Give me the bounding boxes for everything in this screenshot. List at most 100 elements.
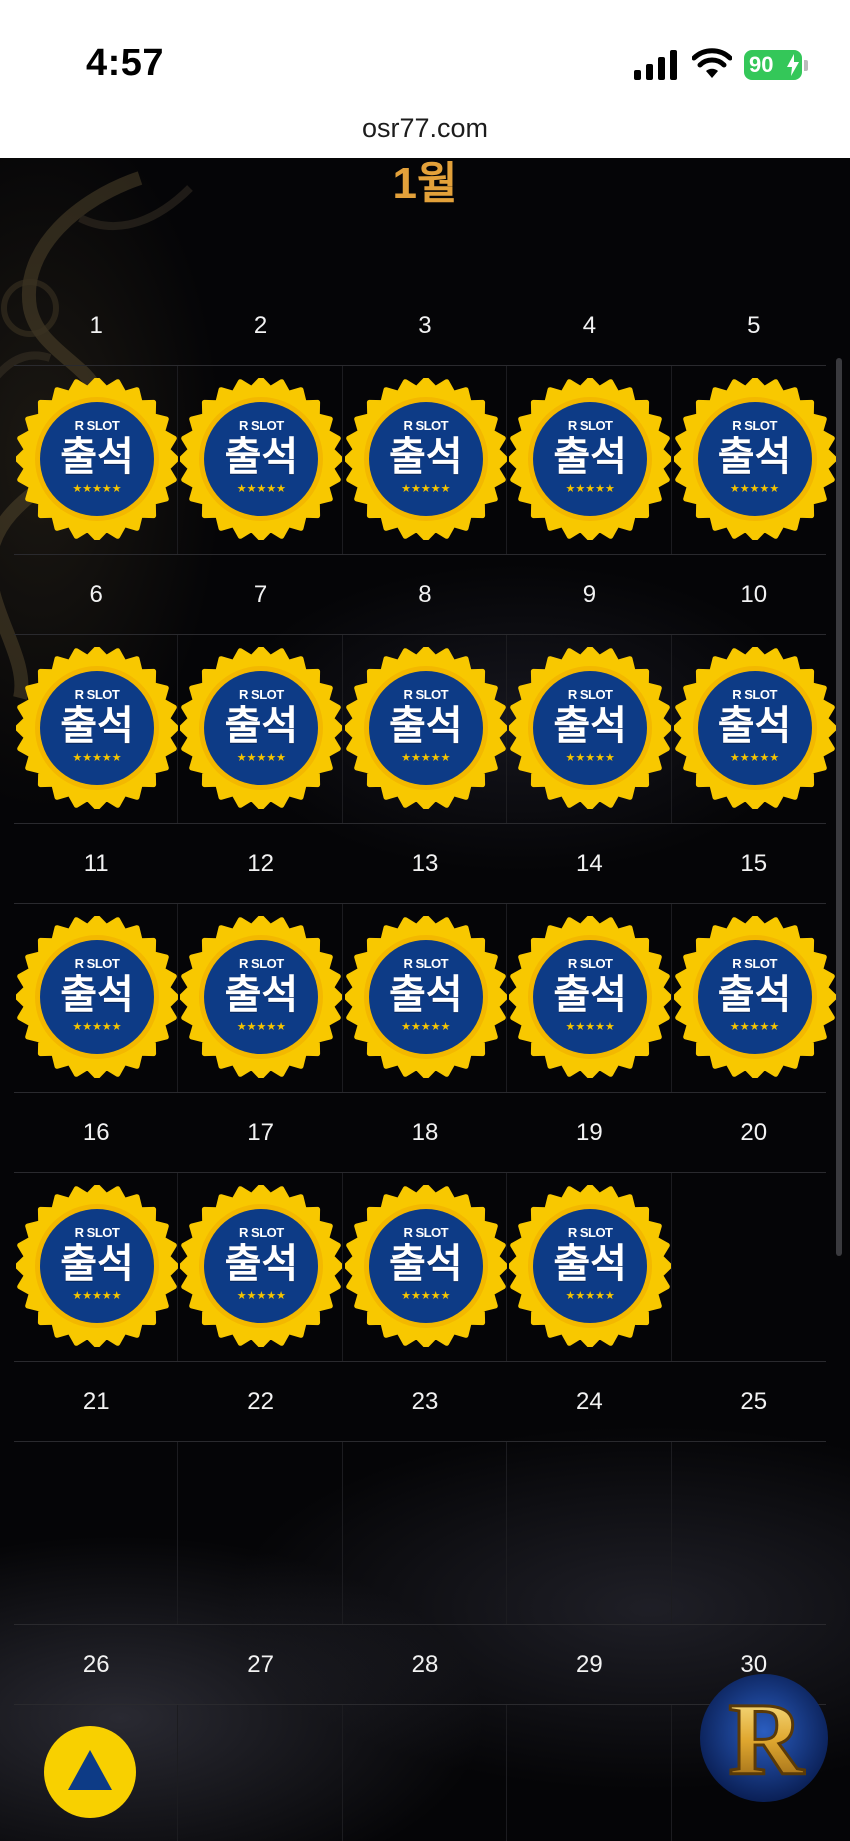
day-number: 6 [89,581,103,608]
calendar-day-cell[interactable]: R SLOT 출석 ★★★★★ [14,1173,179,1361]
calendar-day-cell[interactable]: R SLOT 출석 ★★★★★ [14,904,179,1092]
attendance-calendar: 12345R SLOT 출석 ★★★★★ R SLOT 출석 ★★★★★ R SLOT 출석 ★… [14,286,836,1841]
calendar-day-cell[interactable]: R SLOT 출석 ★★★★★ [507,1173,672,1361]
day-number-row: 6 7 8 9 10 [14,555,826,635]
scrollbar[interactable] [836,358,842,1256]
calendar-day-cell[interactable]: R SLOT 출석 ★★★★★ [178,635,343,823]
charging-bolt-icon [787,54,799,76]
stamp-brand: R SLOT [567,956,613,971]
stamp-brand: R SLOT [567,418,613,433]
calendar-day-cell[interactable]: R SLOT 출석 ★★★★★ [14,635,179,823]
stamp-stars: ★★★★★ [729,483,780,495]
day-number: 19 [576,1119,603,1146]
wifi-icon [692,48,732,78]
r-slot-logo[interactable]: R [696,1670,832,1806]
day-number: 11 [83,850,109,877]
attendance-page: 1월 12345R SLOT 출석 ★★★★★ R SLOT 출석 ★★★★★ R SLOT… [0,158,850,1841]
stamp-brand: R SLOT [74,1225,120,1240]
stamp-brand: R SLOT [239,956,284,971]
stamp-stars: ★★★★★ [72,483,122,495]
stamp-label: 출석 [60,973,134,1017]
stamp-brand: R SLOT [567,687,613,702]
calendar-day-cell[interactable]: R SLOT 출석 ★★★★★ [14,366,179,554]
stamp-label: 출석 [553,1242,627,1286]
calendar-day-cell[interactable]: R SLOT 출석 ★★★★★ [343,904,508,1092]
attendance-stamp: R SLOT 출석 ★★★★★ [673,647,836,809]
stamp-label: 출석 [60,704,134,748]
day-number: 16 [82,1119,110,1146]
day-number: 1 [89,312,103,339]
calendar-day-cell[interactable]: R SLOT 출석 ★★★★★ [672,904,836,1092]
calendar-day-cell[interactable] [178,1442,343,1624]
day-number-row: 21 22 23 24 25 [14,1362,826,1442]
stamp-label: 출석 [553,973,627,1017]
attendance-stamp: R SLOT 출석 ★★★★★ [16,378,178,540]
calendar-day-cell[interactable] [507,1705,672,1841]
stamp-brand: R SLOT [403,956,449,971]
calendar-day-cell[interactable] [14,1442,179,1624]
attendance-stamp: R SLOT 출석 ★★★★★ [509,916,672,1078]
stamp-stars: ★★★★★ [729,1021,780,1033]
day-number: 3 [418,312,432,339]
calendar-day-cell[interactable] [672,1173,836,1361]
calendar-day-cell[interactable]: R SLOT 출석 ★★★★★ [178,1173,343,1361]
stamp-stars: ★★★★★ [401,1290,451,1302]
stamp-brand: R SLOT [239,1225,284,1240]
calendar-day-cell[interactable]: R SLOT 출석 ★★★★★ [343,1173,508,1361]
attendance-stamp: R SLOT 출석 ★★★★★ [344,378,507,540]
calendar-day-cell[interactable]: R SLOT 출석 ★★★★★ [507,904,672,1092]
stamp-label: 출석 [717,973,792,1017]
stamp-label: 출석 [388,704,463,748]
calendar-week: 21 22 23 24 25 [14,1362,826,1625]
calendar-day-cell[interactable]: R SLOT 출석 ★★★★★ [343,635,508,823]
attendance-stamp: R SLOT 출석 ★★★★★ [344,647,507,809]
attendance-stamp: R SLOT 출석 ★★★★★ [344,916,507,1078]
day-number: 18 [411,1119,439,1146]
calendar-day-cell[interactable]: R SLOT 출석 ★★★★★ [343,366,508,554]
calendar-day-cell[interactable] [672,1442,836,1624]
day-number-row: 16 17 18 19 20 [14,1093,826,1173]
stamp-stars: ★★★★★ [565,752,615,764]
day-number: 27 [247,1651,274,1678]
attendance-row: R SLOT 출석 ★★★★★ R SLOT 출석 ★★★★★ R SLOT 출석 ★★★★★ R… [14,635,836,824]
stamp-stars: ★★★★★ [401,752,451,764]
attendance-stamp: R SLOT 출석 ★★★★★ [180,916,343,1078]
day-number: 9 [582,581,597,608]
calendar-day-cell[interactable] [343,1705,508,1841]
stamp-stars: ★★★★★ [72,1290,122,1302]
stamp-stars: ★★★★★ [565,1290,615,1302]
stamp-brand: R SLOT [732,687,777,702]
day-number: 29 [576,1651,603,1678]
calendar-day-cell[interactable] [343,1442,508,1624]
stamp-label: 출석 [553,435,627,479]
calendar-day-cell[interactable]: R SLOT 출석 ★★★★★ [672,635,836,823]
url-bar[interactable]: osr77.com [0,104,850,158]
calendar-week: 6 7 8 9 10 R SLOT 출석 ★★★★★ R SLOT 출석 ★★★★★ R SLOT 출석… [14,555,836,824]
stamp-label: 출석 [553,704,627,748]
calendar-day-cell[interactable] [178,1705,343,1841]
calendar-day-cell[interactable]: R SLOT 출석 ★★★★★ [507,635,672,823]
stamp-label: 출석 [224,435,299,479]
stamp-brand: R SLOT [403,1225,449,1240]
day-number: 5 [747,312,761,339]
calendar-day-cell[interactable]: R SLOT 출석 ★★★★★ [507,366,672,554]
stamp-stars: ★★★★★ [236,752,287,764]
stamp-stars: ★★★★★ [565,483,615,495]
attendance-stamp: R SLOT 출석 ★★★★★ [16,647,178,809]
calendar-day-cell[interactable] [507,1442,672,1624]
stamp-brand: R SLOT [732,418,777,433]
calendar-day-cell[interactable]: R SLOT 출석 ★★★★★ [672,366,836,554]
stamp-label: 출석 [224,973,299,1017]
calendar-week: 16 17 18 19 20 R SLOT 출석 ★★★★★ R SLOT 출석 ★★★★★ R SL… [14,1093,826,1362]
calendar-week: 11 12 13 14 15 R SLOT 출석 ★★★★★ R SLOT 출석 ★★★★★ R SL… [14,824,836,1093]
day-number: 8 [418,581,432,608]
scroll-to-top-button[interactable] [44,1726,136,1818]
attendance-stamp: R SLOT 출석 ★★★★★ [180,1185,343,1347]
stamp-label: 출석 [224,1242,299,1286]
stamp-label: 출석 [717,435,792,479]
calendar-day-cell[interactable]: R SLOT 출석 ★★★★★ [178,904,343,1092]
day-number: 26 [82,1651,110,1678]
day-number: 21 [82,1388,110,1415]
calendar-day-cell[interactable]: R SLOT 출석 ★★★★★ [178,366,343,554]
attendance-stamp: R SLOT 출석 ★★★★★ [344,1185,507,1347]
